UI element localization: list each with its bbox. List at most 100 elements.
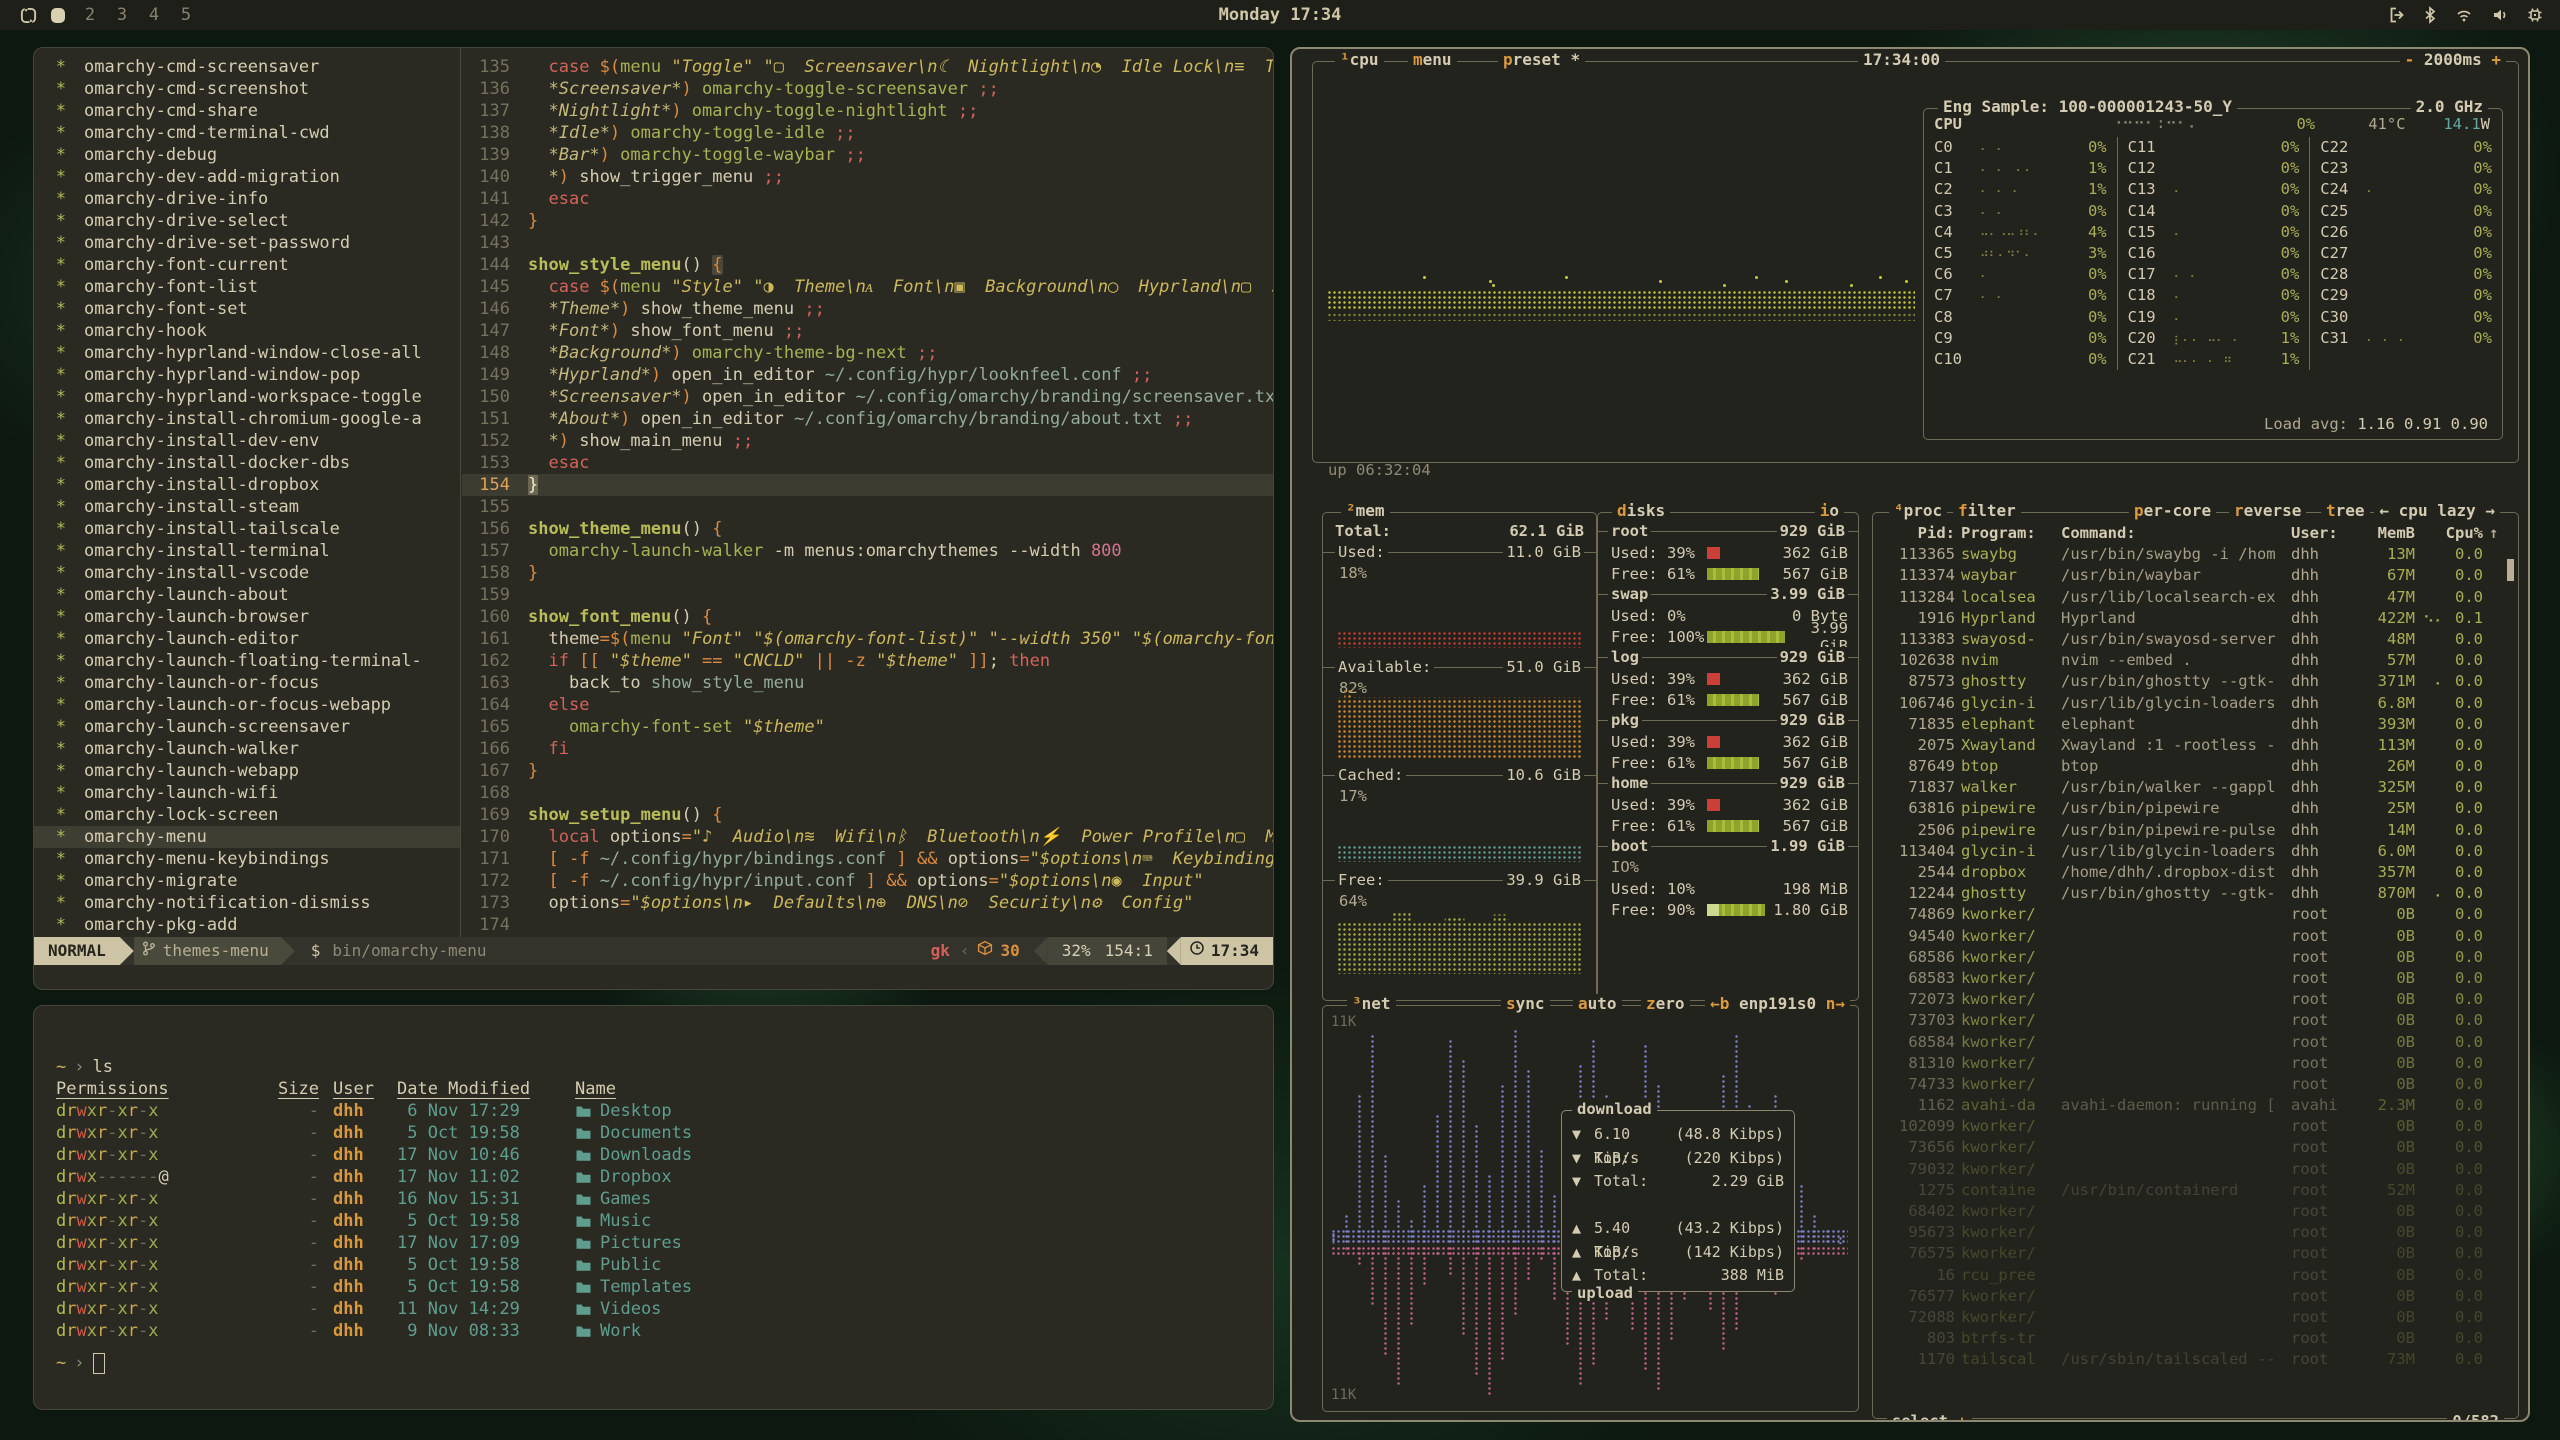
proc-row[interactable]: 87573ghostty/usr/bin/ghostty --gtk-dhh37…: [1873, 671, 2518, 692]
file-item[interactable]: *omarchy-install-terminal: [34, 540, 460, 562]
cpu-box-title[interactable]: ¹cpu: [1335, 50, 1384, 69]
file-item[interactable]: *omarchy-cmd-screenshot: [34, 78, 460, 100]
logout-icon[interactable]: [2388, 6, 2406, 24]
code-line[interactable]: 159: [462, 584, 1273, 606]
workspace-4[interactable]: 4: [138, 5, 170, 25]
proc-row[interactable]: 2075XwaylandXwayland :1 -rootless -dhh11…: [1873, 735, 2518, 756]
file-item[interactable]: *omarchy-install-vscode: [34, 562, 460, 584]
proc-row[interactable]: 12244ghostty/usr/bin/ghostty --gtk-dhh87…: [1873, 883, 2518, 904]
omarchy-logo-icon[interactable]: [20, 7, 37, 24]
net-box-title[interactable]: ³net: [1347, 994, 1396, 1013]
code-line[interactable]: 139 *Bar*) omarchy-toggle-waybar ;;: [462, 144, 1273, 166]
file-item[interactable]: *omarchy-font-current: [34, 254, 460, 276]
file-item[interactable]: *omarchy-hyprland-window-close-all: [34, 342, 460, 364]
bluetooth-icon[interactable]: [2423, 6, 2437, 24]
proc-row[interactable]: 1162avahi-daavahi-daemon: running [avahi…: [1873, 1095, 2518, 1116]
code-line[interactable]: 135 case $(menu "Toggle" "▢ Screensaver\…: [462, 56, 1273, 78]
code-line[interactable]: 160show_font_menu() {: [462, 606, 1273, 628]
code-line[interactable]: 166 fi: [462, 738, 1273, 760]
proc-filter-button[interactable]: filter: [1953, 501, 2021, 520]
file-item[interactable]: *omarchy-install-docker-dbs: [34, 452, 460, 474]
file-item[interactable]: *omarchy-pkg-add: [34, 914, 460, 936]
code-line[interactable]: 161 theme=$(menu "Font" "$(omarchy-font-…: [462, 628, 1273, 650]
proc-row[interactable]: 68583kworker/root0B0.0: [1873, 968, 2518, 989]
proc-box-title[interactable]: ⁴proc: [1889, 501, 1947, 520]
proc-row[interactable]: 102638nvimnvim --embed .dhh57M0.0: [1873, 650, 2518, 671]
file-item[interactable]: *omarchy-launch-walker: [34, 738, 460, 760]
proc-reverse-button[interactable]: reverse: [2229, 501, 2306, 520]
net-interface[interactable]: ←b enp191s0 n→: [1705, 994, 1850, 1013]
file-item[interactable]: *omarchy-font-set: [34, 298, 460, 320]
file-item[interactable]: *omarchy-cmd-share: [34, 100, 460, 122]
file-item[interactable]: *omarchy-migrate: [34, 870, 460, 892]
file-item[interactable]: *omarchy-menu-keybindings: [34, 848, 460, 870]
proc-row[interactable]: 68402kworker/root0B0.0: [1873, 1201, 2518, 1222]
code-line[interactable]: 162 if [[ "$theme" == "CNCLD" || -z "$th…: [462, 650, 1273, 672]
proc-row[interactable]: 73656kworker/root0B0.0: [1873, 1137, 2518, 1158]
mem-box-title[interactable]: ²mem: [1341, 501, 1390, 520]
proc-row[interactable]: 106746glycin-i/usr/lib/glycin-loadersdhh…: [1873, 693, 2518, 714]
proc-row[interactable]: 2506pipewire/usr/bin/pipewire-pulsedhh14…: [1873, 820, 2518, 841]
code-line[interactable]: 149 *Hyprland*) open_in_editor ~/.config…: [462, 364, 1273, 386]
preset-button[interactable]: preset *: [1498, 50, 1585, 69]
code-line[interactable]: 141 esac: [462, 188, 1273, 210]
code-line[interactable]: 167}: [462, 760, 1273, 782]
code-line[interactable]: 173 options="$options\n▸ Defaults\n⊕ DNS…: [462, 892, 1273, 914]
proc-row[interactable]: 68586kworker/root0B0.0: [1873, 947, 2518, 968]
workspace-1-active[interactable]: [51, 8, 65, 23]
file-item[interactable]: *omarchy-dev-add-migration: [34, 166, 460, 188]
proc-sort-selector[interactable]: ← cpu lazy →: [2374, 501, 2500, 520]
wifi-icon[interactable]: [2454, 6, 2474, 24]
file-item[interactable]: *omarchy-hook: [34, 320, 460, 342]
code-line[interactable]: 163 back_to show_style_menu: [462, 672, 1273, 694]
file-item[interactable]: *omarchy-launch-browser: [34, 606, 460, 628]
proc-row[interactable]: 113383swayosd-/usr/bin/swayosd-serverdhh…: [1873, 629, 2518, 650]
io-toggle[interactable]: io: [1815, 501, 1844, 520]
file-item[interactable]: *omarchy-launch-about: [34, 584, 460, 606]
file-item[interactable]: *omarchy-launch-editor: [34, 628, 460, 650]
terminal-window[interactable]: ~›ls Permissions Size User Date Modified…: [33, 1005, 1274, 1410]
code-line[interactable]: 152 *) show_main_menu ;;: [462, 430, 1273, 452]
code-line[interactable]: 142}: [462, 210, 1273, 232]
proc-row[interactable]: 63816pipewire/usr/bin/pipewiredhh25M0.0: [1873, 798, 2518, 819]
code-line[interactable]: 170 local options="♪ Audio\n≋ Wifi\nᛒ Bl…: [462, 826, 1273, 848]
chip-icon[interactable]: [2526, 6, 2544, 24]
code-line[interactable]: 165 omarchy-font-set "$theme": [462, 716, 1273, 738]
code-line[interactable]: 136 *Screensaver*) omarchy-toggle-screen…: [462, 78, 1273, 100]
proc-select-button[interactable]: select ↓: [1887, 1412, 1972, 1422]
proc-row[interactable]: 113404glycin-i/usr/lib/glycin-loadersdhh…: [1873, 841, 2518, 862]
proc-row[interactable]: 79032kworker/root0B0.0: [1873, 1159, 2518, 1180]
file-item[interactable]: *omarchy-font-list: [34, 276, 460, 298]
code-line[interactable]: 140 *) show_trigger_menu ;;: [462, 166, 1273, 188]
code-line[interactable]: 164 else: [462, 694, 1273, 716]
file-item[interactable]: *omarchy-cmd-screensaver: [34, 56, 460, 78]
file-item[interactable]: *omarchy-lock-screen: [34, 804, 460, 826]
proc-row[interactable]: 76575kworker/root0B0.0: [1873, 1243, 2518, 1264]
proc-row[interactable]: 74869kworker/root0B0.0: [1873, 904, 2518, 925]
file-item[interactable]: *omarchy-debug: [34, 144, 460, 166]
proc-row[interactable]: 2544dropbox/home/dhh/.dropbox-distdhh357…: [1873, 862, 2518, 883]
file-item[interactable]: *omarchy-launch-or-focus: [34, 672, 460, 694]
code-line[interactable]: 147 *Font*) show_font_menu ;;: [462, 320, 1273, 342]
proc-row[interactable]: 74733kworker/root0B0.0: [1873, 1074, 2518, 1095]
proc-row[interactable]: 76577kworker/root0B0.0: [1873, 1286, 2518, 1307]
file-item[interactable]: *omarchy-cmd-terminal-cwd: [34, 122, 460, 144]
proc-row[interactable]: 16rcu_preeroot0B0.0: [1873, 1265, 2518, 1286]
code-line[interactable]: 150 *Screensaver*) open_in_editor ~/.con…: [462, 386, 1273, 408]
proc-row[interactable]: 72073kworker/root0B0.0: [1873, 989, 2518, 1010]
file-item[interactable]: *omarchy-hyprland-window-pop: [34, 364, 460, 386]
code-line[interactable]: 168: [462, 782, 1273, 804]
code-line[interactable]: 154}: [462, 474, 1273, 496]
workspace-5[interactable]: 5: [170, 5, 202, 25]
file-item[interactable]: *omarchy-launch-webapp: [34, 760, 460, 782]
file-item[interactable]: *omarchy-install-steam: [34, 496, 460, 518]
file-item[interactable]: *omarchy-drive-info: [34, 188, 460, 210]
proc-row[interactable]: 1916HyprlandHyprlanddhh422M⠢⠄ 0.1: [1873, 608, 2518, 629]
code-line[interactable]: 171 [ -f ~/.config/hypr/bindings.conf ] …: [462, 848, 1273, 870]
proc-row[interactable]: 803btrfs-trroot0B0.0: [1873, 1328, 2518, 1349]
workspace-2[interactable]: 2: [74, 5, 106, 25]
code-line[interactable]: 145 case $(menu "Style" "◑ Theme\nᴀ Font…: [462, 276, 1273, 298]
update-interval[interactable]: - 2000ms +: [2400, 50, 2506, 69]
net-sync-button[interactable]: sync: [1501, 994, 1550, 1013]
code-line[interactable]: 156show_theme_menu() {: [462, 518, 1273, 540]
